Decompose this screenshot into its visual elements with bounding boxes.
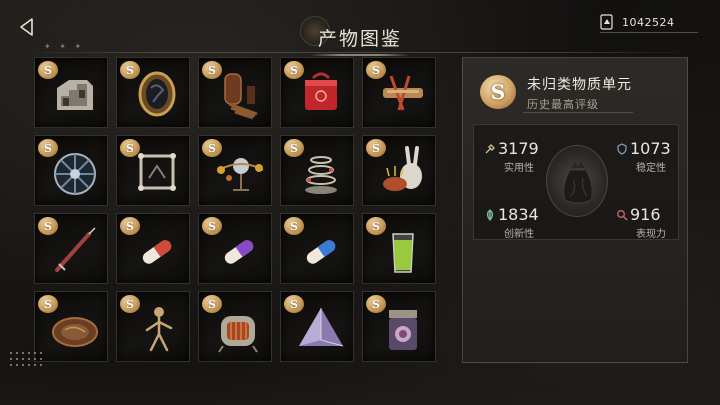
item-slot-spiral-tower[interactable]: S xyxy=(280,135,354,206)
detail-panel: S 未归类物质单元 历史最高评级 3179 实用性 1073 稳定性 1834 … xyxy=(462,57,688,363)
rank-badge: S xyxy=(202,61,222,79)
rank-badge: S xyxy=(366,139,386,157)
search-icon xyxy=(617,209,628,221)
item-slot-staircase-model[interactable]: S xyxy=(34,57,108,128)
rank-badge: S xyxy=(202,217,222,235)
item-slot-bronze-plate[interactable]: S xyxy=(34,291,108,362)
item-slot-crystal-pyramid[interactable]: S xyxy=(280,291,354,362)
page-title: 产物图鉴 xyxy=(317,28,402,50)
stat-label: 表现力 xyxy=(636,229,666,240)
stat-label: 创新性 xyxy=(504,229,534,240)
center-preview xyxy=(546,145,608,217)
rank-badge: S xyxy=(38,139,58,157)
item-grid: S S S S S S S S S S S S S S S S S S S S xyxy=(34,57,437,363)
rank-badge: S xyxy=(366,61,386,79)
rank-badge: S xyxy=(284,61,304,79)
stat-label: 稳定性 xyxy=(636,163,666,174)
currency-value: 1042524 xyxy=(622,15,675,29)
item-slot-specimen-jar[interactable]: S xyxy=(362,291,436,362)
stats-box: 3179 实用性 1073 稳定性 1834 创新性 916 表现力 xyxy=(473,124,679,240)
item-slot-blue-pill[interactable]: S xyxy=(280,213,354,284)
rank-badge: S xyxy=(120,139,140,157)
garbage-bag-icon xyxy=(563,162,593,204)
rank-badge: S xyxy=(38,61,58,79)
rank-badge: S xyxy=(120,217,140,235)
title-underline xyxy=(310,54,410,56)
subtitle-underline xyxy=(523,112,633,113)
decorative-dots xyxy=(8,350,42,370)
back-arrow-icon xyxy=(20,18,33,36)
wrench-icon xyxy=(485,143,495,153)
item-slot-red-pill[interactable]: S xyxy=(116,213,190,284)
rank-badge: S xyxy=(284,217,304,235)
item-slot-bound-wood[interactable]: S xyxy=(362,57,436,128)
panel-rank-badge: S xyxy=(480,75,516,109)
item-slot-green-drink[interactable]: S xyxy=(362,213,436,284)
bottom-shade xyxy=(0,368,720,405)
rank-badge: S xyxy=(284,295,304,313)
stat-innovation: 1834 创新性 xyxy=(484,205,554,240)
rank-badge: S xyxy=(120,61,140,79)
card-icon xyxy=(600,14,613,30)
item-slot-purple-pill[interactable]: S xyxy=(198,213,272,284)
item-slot-picture-frame[interactable]: S xyxy=(116,135,190,206)
currency-display: 1042524 xyxy=(600,12,698,32)
stat-expressiveness: 916 表现力 xyxy=(616,205,686,240)
item-name: 未归类物质单元 xyxy=(527,77,632,93)
item-slot-broken-wheel[interactable]: S xyxy=(34,135,108,206)
shield-icon xyxy=(617,142,627,155)
item-slot-skeleton-puppet[interactable]: S xyxy=(116,291,190,362)
item-slot-rabbit-pincushion[interactable]: S xyxy=(362,135,436,206)
stat-value: 3179 xyxy=(498,139,539,158)
rank-badge: S xyxy=(120,295,140,313)
stat-value: 1834 xyxy=(498,205,539,224)
stat-utility: 3179 实用性 xyxy=(484,139,554,174)
item-slot-ornate-mirror[interactable]: S xyxy=(116,57,190,128)
stat-stability: 1073 稳定性 xyxy=(616,139,686,174)
back-button[interactable] xyxy=(14,14,40,40)
rank-badge: S xyxy=(366,295,386,313)
item-slot-orrery[interactable]: S xyxy=(198,135,272,206)
item-slot-red-box[interactable]: S xyxy=(280,57,354,128)
rank-badge: S xyxy=(284,139,304,157)
rank-badge: S xyxy=(202,139,222,157)
leaf-icon xyxy=(486,208,494,221)
item-slot-syringe[interactable]: S xyxy=(34,213,108,284)
stat-label: 实用性 xyxy=(504,163,534,174)
item-subtitle: 历史最高评级 xyxy=(527,98,599,111)
item-slot-door-stairs[interactable]: S xyxy=(198,57,272,128)
stat-value: 1073 xyxy=(630,139,671,158)
item-slot-radio-device[interactable]: S xyxy=(198,291,272,362)
decorative-stars: ✦ ✦ ✦ xyxy=(44,42,85,51)
rank-badge: S xyxy=(38,295,58,313)
rank-badge: S xyxy=(38,217,58,235)
title-area: 产物图鉴 xyxy=(270,14,450,56)
rank-badge: S xyxy=(202,295,222,313)
rank-badge: S xyxy=(366,217,386,235)
stat-value: 916 xyxy=(630,205,661,224)
currency-underline xyxy=(600,32,698,33)
